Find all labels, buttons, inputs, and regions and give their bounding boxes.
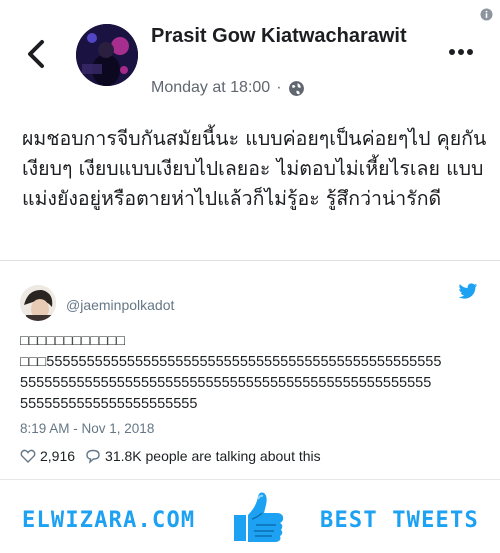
chevron-left-icon[interactable] <box>22 38 50 70</box>
author-name[interactable]: Prasit Gow Kiatwacharawit <box>151 23 431 50</box>
post-timestamp[interactable]: Monday at 18:00 · <box>151 79 305 97</box>
post-body: ผมชอบการจีบกันสมัยนี้นะ แบบค่อยๆเป็นค่อย… <box>22 127 487 210</box>
tweet-text-line: □□□□□□□□□□□□ <box>20 333 126 349</box>
tweet-text-line: 5555555555555555555555 <box>20 396 198 412</box>
twitter-bird-icon[interactable] <box>458 283 478 300</box>
timestamp-text: Monday at 18:00 <box>151 79 271 96</box>
like-action[interactable]: 2,916 <box>20 448 75 464</box>
tweet-text-line: 5555555555555555555555555555555555555555… <box>20 375 432 391</box>
tweet-text-line: □□□5555555555555555555555555555555555555… <box>20 354 442 370</box>
info-icon[interactable] <box>480 8 493 21</box>
brand-site-name: ELWIZARA.COM <box>22 508 196 533</box>
tweet-avatar[interactable] <box>20 285 56 321</box>
talking-count: 31.8K people are talking about this <box>105 448 321 464</box>
author-avatar[interactable] <box>76 24 138 86</box>
thumbs-up-icon <box>234 492 284 542</box>
embedded-tweet[interactable]: @jaeminpolkadot □□□□□□□□□□□□ □□□55555555… <box>0 261 500 479</box>
post-header: Prasit Gow Kiatwacharawit Monday at 18:0… <box>0 0 500 110</box>
talking-action[interactable]: 31.8K people are talking about this <box>85 448 321 464</box>
speech-bubble-icon <box>86 449 100 464</box>
like-count: 2,916 <box>40 448 76 464</box>
tweet-actions: 2,916 31.8K people are talking about thi… <box>20 448 331 464</box>
tweet-handle[interactable]: @jaeminpolkadot <box>66 297 174 313</box>
branding-footer: ELWIZARA.COM BEST TWEETS <box>0 479 500 553</box>
globe-icon <box>288 80 304 96</box>
more-dots-icon[interactable] <box>446 42 476 62</box>
timestamp-separator: · <box>276 79 282 96</box>
tweet-time[interactable]: 8:19 AM - Nov 1, 2018 <box>20 421 154 436</box>
heart-icon <box>20 449 36 463</box>
tweet-text: □□□□□□□□□□□□ □□□555555555555555555555555… <box>20 331 482 415</box>
brand-tagline: BEST TWEETS <box>320 508 479 533</box>
